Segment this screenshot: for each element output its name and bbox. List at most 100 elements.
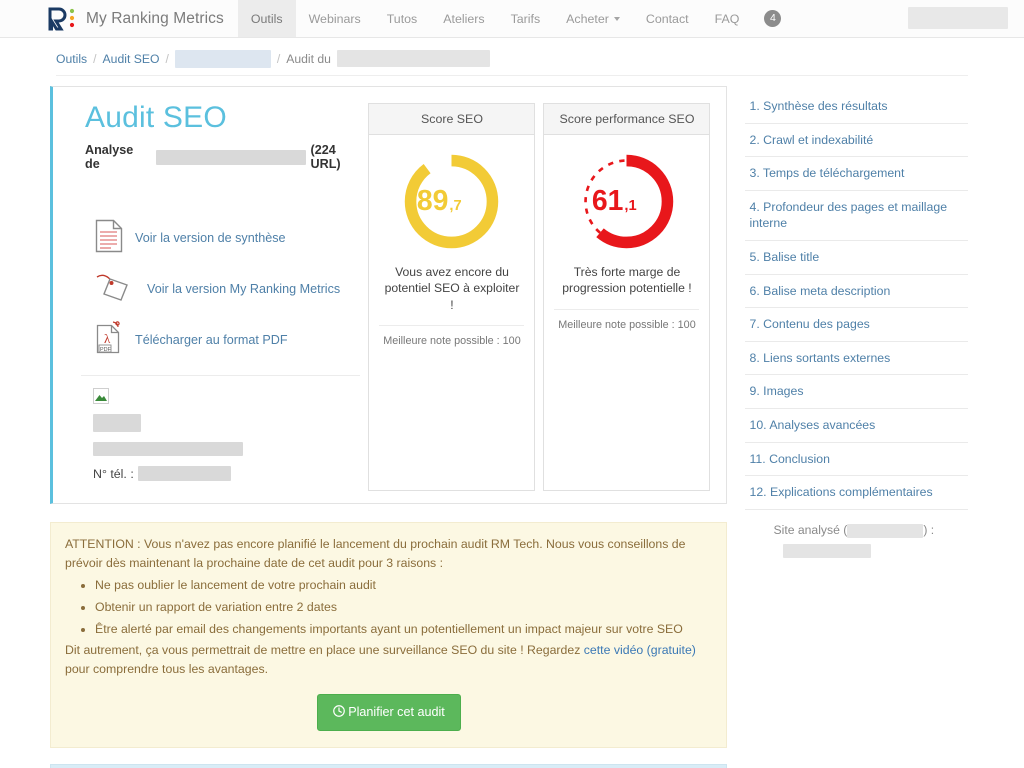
audit-summary-card: Audit SEO Analyse de (224 URL) Voir la v… xyxy=(50,86,728,504)
score-box-seo: Score SEO 89 ,7 Vous avez encore du pote… xyxy=(368,103,536,491)
score-performance-footnote: Meilleure note possible : 100 xyxy=(554,308,700,333)
sidebar-item-10[interactable]: 10. Analyses avancées xyxy=(745,409,968,443)
profile-name-row xyxy=(93,414,368,432)
warning-bullets: Ne pas oublier le lancement de votre pro… xyxy=(65,576,712,638)
schedule-button-wrap: Planifier cet audit xyxy=(65,693,712,731)
warning-bullet: Obtenir un rapport de variation entre 2 … xyxy=(95,598,712,617)
warning-bullet: Être alerté par email des changements im… xyxy=(95,620,712,639)
nav-label: Acheter xyxy=(566,11,609,26)
sidebar-item-5[interactable]: 5. Balise title xyxy=(745,241,968,275)
profile-address-redacted xyxy=(93,442,243,456)
chevron-down-icon xyxy=(613,16,620,21)
sidebar-item-8[interactable]: 8. Liens sortants externes xyxy=(745,342,968,376)
nav-label: Webinars xyxy=(308,11,361,26)
svg-text:λ: λ xyxy=(104,331,111,346)
schedule-warning-alert: ATTENTION : Vous n'avez pas encore plani… xyxy=(50,522,728,748)
nav-label: Tarifs xyxy=(510,11,541,26)
breadcrumb-redacted-site xyxy=(174,49,271,68)
sidebar-item-1[interactable]: 1. Synthèse des résultats xyxy=(745,90,968,124)
link-row-synthese[interactable]: Voir la version de synthèse xyxy=(95,217,368,259)
video-link[interactable]: cette vidéo (gratuite) xyxy=(584,643,696,657)
nav-label: Ateliers xyxy=(443,11,485,26)
nav-item-faq[interactable]: FAQ xyxy=(702,0,753,37)
brand-name: My Ranking Metrics xyxy=(86,9,224,27)
breadcrumb-separator: / xyxy=(165,51,169,66)
warning-intro: ATTENTION : Vous n'avez pas encore plani… xyxy=(65,537,686,570)
nav-item-webinars[interactable]: Webinars xyxy=(296,0,374,37)
profile-phone-redacted xyxy=(137,466,231,481)
card-divider xyxy=(81,375,361,376)
sidebar-item-3[interactable]: 3. Temps de téléchargement xyxy=(745,157,968,191)
site-analyse-value-redacted xyxy=(783,544,872,559)
nav-item-tarifs[interactable]: Tarifs xyxy=(498,0,554,37)
nav-label: FAQ xyxy=(714,11,740,26)
svg-text:PDF: PDF xyxy=(100,347,111,353)
sidebar-item-12[interactable]: 12. Explications complémentaires xyxy=(745,476,968,510)
svg-text:61: 61 xyxy=(592,185,624,217)
analyse-label: Analyse de xyxy=(85,143,134,171)
score-boxes: Score SEO 89 ,7 Vous avez encore du pote… xyxy=(368,101,711,491)
svg-text:,7: ,7 xyxy=(450,198,462,214)
pdf-file-icon: λ PDF xyxy=(95,320,123,360)
brand[interactable]: My Ranking Metrics xyxy=(48,0,238,37)
main-column: Audit SEO Analyse de (224 URL) Voir la v… xyxy=(50,86,728,768)
nav-item-tutos[interactable]: Tutos xyxy=(374,0,431,37)
audit-card-left: Audit SEO Analyse de (224 URL) Voir la v… xyxy=(69,101,368,491)
profile-block: N° tél. : xyxy=(93,388,368,481)
nav-item-acheter[interactable]: Acheter xyxy=(553,0,633,37)
profile-phone-row: N° tél. : xyxy=(93,466,368,481)
phone-label: N° tél. : xyxy=(93,466,134,481)
nav-badge-wrap: 4 xyxy=(752,0,793,37)
site-analyse-prefix: Site analysé ( xyxy=(773,522,848,537)
breadcrumb-item-outils[interactable]: Outils xyxy=(56,52,87,66)
score-seo-title: Score SEO xyxy=(369,104,535,135)
broken-image-icon xyxy=(93,388,109,404)
schedule-audit-label: Planifier cet audit xyxy=(348,704,445,719)
site-analyse-value-row xyxy=(773,540,968,561)
account-redacted-block xyxy=(908,7,1008,29)
nav-label: Tutos xyxy=(386,11,418,26)
score-performance-title: Score performance SEO xyxy=(544,104,710,135)
link-my-ranking-metrics[interactable]: Voir la version My Ranking Metrics xyxy=(147,282,340,296)
score-performance-gauge: 61 ,1 xyxy=(574,149,679,254)
nav-item-contact[interactable]: Contact xyxy=(633,0,702,37)
sidebar-item-6[interactable]: 6. Balise meta description xyxy=(745,275,968,309)
score-performance-body: 61 ,1 Très forte marge de progression po… xyxy=(544,135,709,343)
score-performance-caption: Très forte marge de progression potentie… xyxy=(562,265,692,296)
audit-info-alert: L'audit du site a eu lieu le et a porté … xyxy=(50,763,728,768)
warning-outro-before: Dit autrement, ça vous permettrait de me… xyxy=(65,643,584,658)
schedule-audit-button[interactable]: Planifier cet audit xyxy=(316,693,461,731)
profile-name-redacted xyxy=(93,414,141,432)
score-box-performance: Score performance SEO 61 ,1 Très forte m… xyxy=(543,103,711,491)
score-seo-gauge: 89 ,7 xyxy=(399,149,504,254)
score-seo-caption: Vous avez encore du potentiel SEO à expl… xyxy=(384,265,520,312)
link-row-my-ranking-metrics[interactable]: Voir la version My Ranking Metrics xyxy=(95,268,368,310)
score-seo-footnote: Meilleure note possible : 100 xyxy=(379,325,525,349)
breadcrumb-bar: Outils / Audit SEO / / Audit du xyxy=(0,38,1024,76)
sidebar-footer: Site analysé () : xyxy=(745,510,968,561)
nav-label: Contact xyxy=(645,11,689,26)
document-lines-icon xyxy=(95,219,123,258)
sidebar-item-9[interactable]: 9. Images xyxy=(745,375,968,409)
breadcrumb-item-audit-seo[interactable]: Audit SEO xyxy=(103,52,160,66)
nav-item-ateliers[interactable]: Ateliers xyxy=(430,0,497,37)
breadcrumb-separator: / xyxy=(276,51,281,66)
sidebar-item-4[interactable]: 4. Profondeur des pages et maillage inte… xyxy=(745,191,968,241)
nav-items: Outils Webinars Tutos Ateliers Tarifs Ac… xyxy=(237,0,753,37)
profile-image-row xyxy=(93,388,368,404)
site-analyse-redacted xyxy=(847,523,924,538)
warning-outro: Dit autrement, ça vous permettrait de me… xyxy=(65,641,712,678)
breadcrumb: Outils / Audit SEO / / Audit du xyxy=(56,38,968,76)
price-tag-icon xyxy=(95,271,135,308)
svg-text:89: 89 xyxy=(417,185,449,217)
sidebar-item-11[interactable]: 11. Conclusion xyxy=(745,443,968,477)
nav-item-outils[interactable]: Outils xyxy=(237,0,296,37)
link-synthese[interactable]: Voir la version de synthèse xyxy=(135,231,286,245)
link-row-pdf[interactable]: λ PDF Télécharger au format PDF xyxy=(95,319,368,361)
sidebar-item-7[interactable]: 7. Contenu des pages xyxy=(745,308,968,342)
page-title: Audit SEO xyxy=(85,101,227,134)
sidebar-item-2[interactable]: 2. Crawl et indexabilité xyxy=(745,124,968,158)
breadcrumb-separator: / xyxy=(93,51,97,66)
notification-badge[interactable]: 4 xyxy=(764,10,782,27)
link-pdf[interactable]: Télécharger au format PDF xyxy=(135,333,288,347)
